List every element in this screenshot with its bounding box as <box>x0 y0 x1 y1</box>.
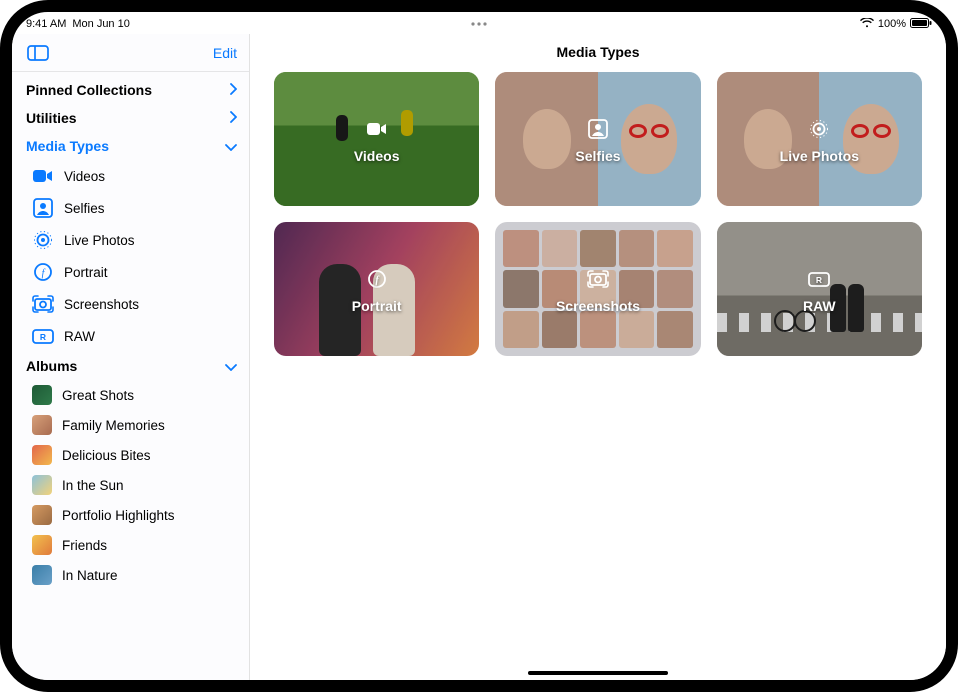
multitask-dots-icon[interactable] <box>469 17 489 31</box>
tile-label: Live Photos <box>780 148 859 164</box>
page-title: Media Types <box>250 34 946 72</box>
tile-livephotos[interactable]: Live Photos <box>717 72 922 206</box>
album-thumbnail <box>32 445 52 465</box>
album-list: Great Shots Family Memories Delicious Bite… <box>12 380 249 590</box>
tile-label: Selfies <box>575 148 620 164</box>
sidebar-section-label: Utilities <box>26 110 77 126</box>
sidebar-album-portfolio[interactable]: Portfolio Highlights <box>12 500 249 530</box>
tile-label: RAW <box>803 298 836 314</box>
sidebar-item-label: Portfolio Highlights <box>62 508 175 523</box>
status-date: Mon Jun 10 <box>72 18 129 30</box>
portrait-icon: f <box>362 264 392 294</box>
livephotos-icon <box>804 114 834 144</box>
battery-percent: 100% <box>878 18 906 30</box>
svg-text:R: R <box>816 275 822 285</box>
edit-button[interactable]: Edit <box>213 45 237 61</box>
home-indicator[interactable] <box>528 671 668 675</box>
sidebar-top-bar: Edit <box>12 34 249 72</box>
status-bar: 9:41 AM Mon Jun 10 100% <box>12 12 946 34</box>
chevron-right-icon <box>229 82 237 98</box>
sidebar-item-label: Videos <box>64 169 105 184</box>
sidebar-item-label: In Nature <box>62 568 118 583</box>
chevron-right-icon <box>229 110 237 126</box>
chevron-down-icon <box>225 358 237 374</box>
sidebar-album-friends[interactable]: Friends <box>12 530 249 560</box>
screenshot-icon <box>32 294 54 314</box>
sidebar-album-great[interactable]: Great Shots <box>12 380 249 410</box>
sidebar-album-sun[interactable]: In the Sun <box>12 470 249 500</box>
sidebar-section-label: Media Types <box>26 138 109 154</box>
sidebar-album-family[interactable]: Family Memories <box>12 410 249 440</box>
raw-icon: R <box>32 326 54 346</box>
sidebar-section-pinned[interactable]: Pinned Collections <box>12 76 249 104</box>
sidebar-section-utilities[interactable]: Utilities <box>12 104 249 132</box>
battery-icon <box>910 18 932 31</box>
tile-selfies[interactable]: Selfies <box>495 72 700 206</box>
video-icon <box>32 166 54 186</box>
livephotos-icon <box>32 230 54 250</box>
sidebar-item-label: Great Shots <box>62 388 134 403</box>
sidebar-item-label: Screenshots <box>64 297 139 312</box>
sidebar-item-label: Live Photos <box>64 233 135 248</box>
chevron-down-icon <box>225 138 237 154</box>
sidebar-item-selfies[interactable]: Selfies <box>12 192 249 224</box>
sidebar-item-screenshots[interactable]: Screenshots <box>12 288 249 320</box>
screenshot-icon <box>583 264 613 294</box>
media-type-list: Videos Selfies Live Photos f Portrait Screens… <box>12 160 249 352</box>
svg-text:f: f <box>375 275 380 286</box>
selfie-icon <box>583 114 613 144</box>
sidebar-toggle-button[interactable] <box>24 42 52 64</box>
album-thumbnail <box>32 475 52 495</box>
svg-text:f: f <box>42 268 46 279</box>
sidebar-item-label: Family Memories <box>62 418 165 433</box>
sidebar-album-bites[interactable]: Delicious Bites <box>12 440 249 470</box>
tile-screenshots[interactable]: Screenshots <box>495 222 700 356</box>
device-frame: 9:41 AM Mon Jun 10 100% Edit <box>0 0 958 692</box>
sidebar-item-label: In the Sun <box>62 478 124 493</box>
album-thumbnail <box>32 385 52 405</box>
video-icon <box>362 114 392 144</box>
sidebar-item-portrait[interactable]: f Portrait <box>12 256 249 288</box>
main-content: Media Types Videos Selfies Live Photos f Por… <box>250 34 946 680</box>
sidebar-item-label: Portrait <box>64 265 108 280</box>
tile-label: Screenshots <box>556 298 640 314</box>
tile-label: Portrait <box>352 298 402 314</box>
svg-text:R: R <box>40 332 46 342</box>
wifi-icon <box>860 18 874 31</box>
tile-portrait[interactable]: f Portrait <box>274 222 479 356</box>
tile-videos[interactable]: Videos <box>274 72 479 206</box>
status-time: 9:41 AM <box>26 18 66 30</box>
sidebar-icon <box>27 45 49 61</box>
raw-icon: R <box>804 264 834 294</box>
sidebar-scroll[interactable]: Pinned Collections Utilities Media Types <box>12 72 249 680</box>
tile-raw[interactable]: R RAW <box>717 222 922 356</box>
album-thumbnail <box>32 535 52 555</box>
album-thumbnail <box>32 505 52 525</box>
sidebar-item-livephotos[interactable]: Live Photos <box>12 224 249 256</box>
sidebar-item-label: Selfies <box>64 201 105 216</box>
sidebar-item-videos[interactable]: Videos <box>12 160 249 192</box>
sidebar-item-raw[interactable]: R RAW <box>12 320 249 352</box>
sidebar-section-albums[interactable]: Albums <box>12 352 249 380</box>
sidebar-section-media-types[interactable]: Media Types <box>12 132 249 160</box>
sidebar-section-label: Pinned Collections <box>26 82 152 98</box>
media-type-grid: Videos Selfies Live Photos f Portrait Screens… <box>250 72 946 356</box>
album-thumbnail <box>32 565 52 585</box>
sidebar-item-label: RAW <box>64 329 95 344</box>
tile-label: Videos <box>354 148 400 164</box>
portrait-icon: f <box>32 262 54 282</box>
sidebar-item-label: Friends <box>62 538 107 553</box>
sidebar-album-nature[interactable]: In Nature <box>12 560 249 590</box>
sidebar: Edit Pinned Collections Utilities Med <box>12 34 250 680</box>
album-thumbnail <box>32 415 52 435</box>
sidebar-item-label: Delicious Bites <box>62 448 151 463</box>
selfie-icon <box>32 198 54 218</box>
sidebar-section-label: Albums <box>26 358 77 374</box>
